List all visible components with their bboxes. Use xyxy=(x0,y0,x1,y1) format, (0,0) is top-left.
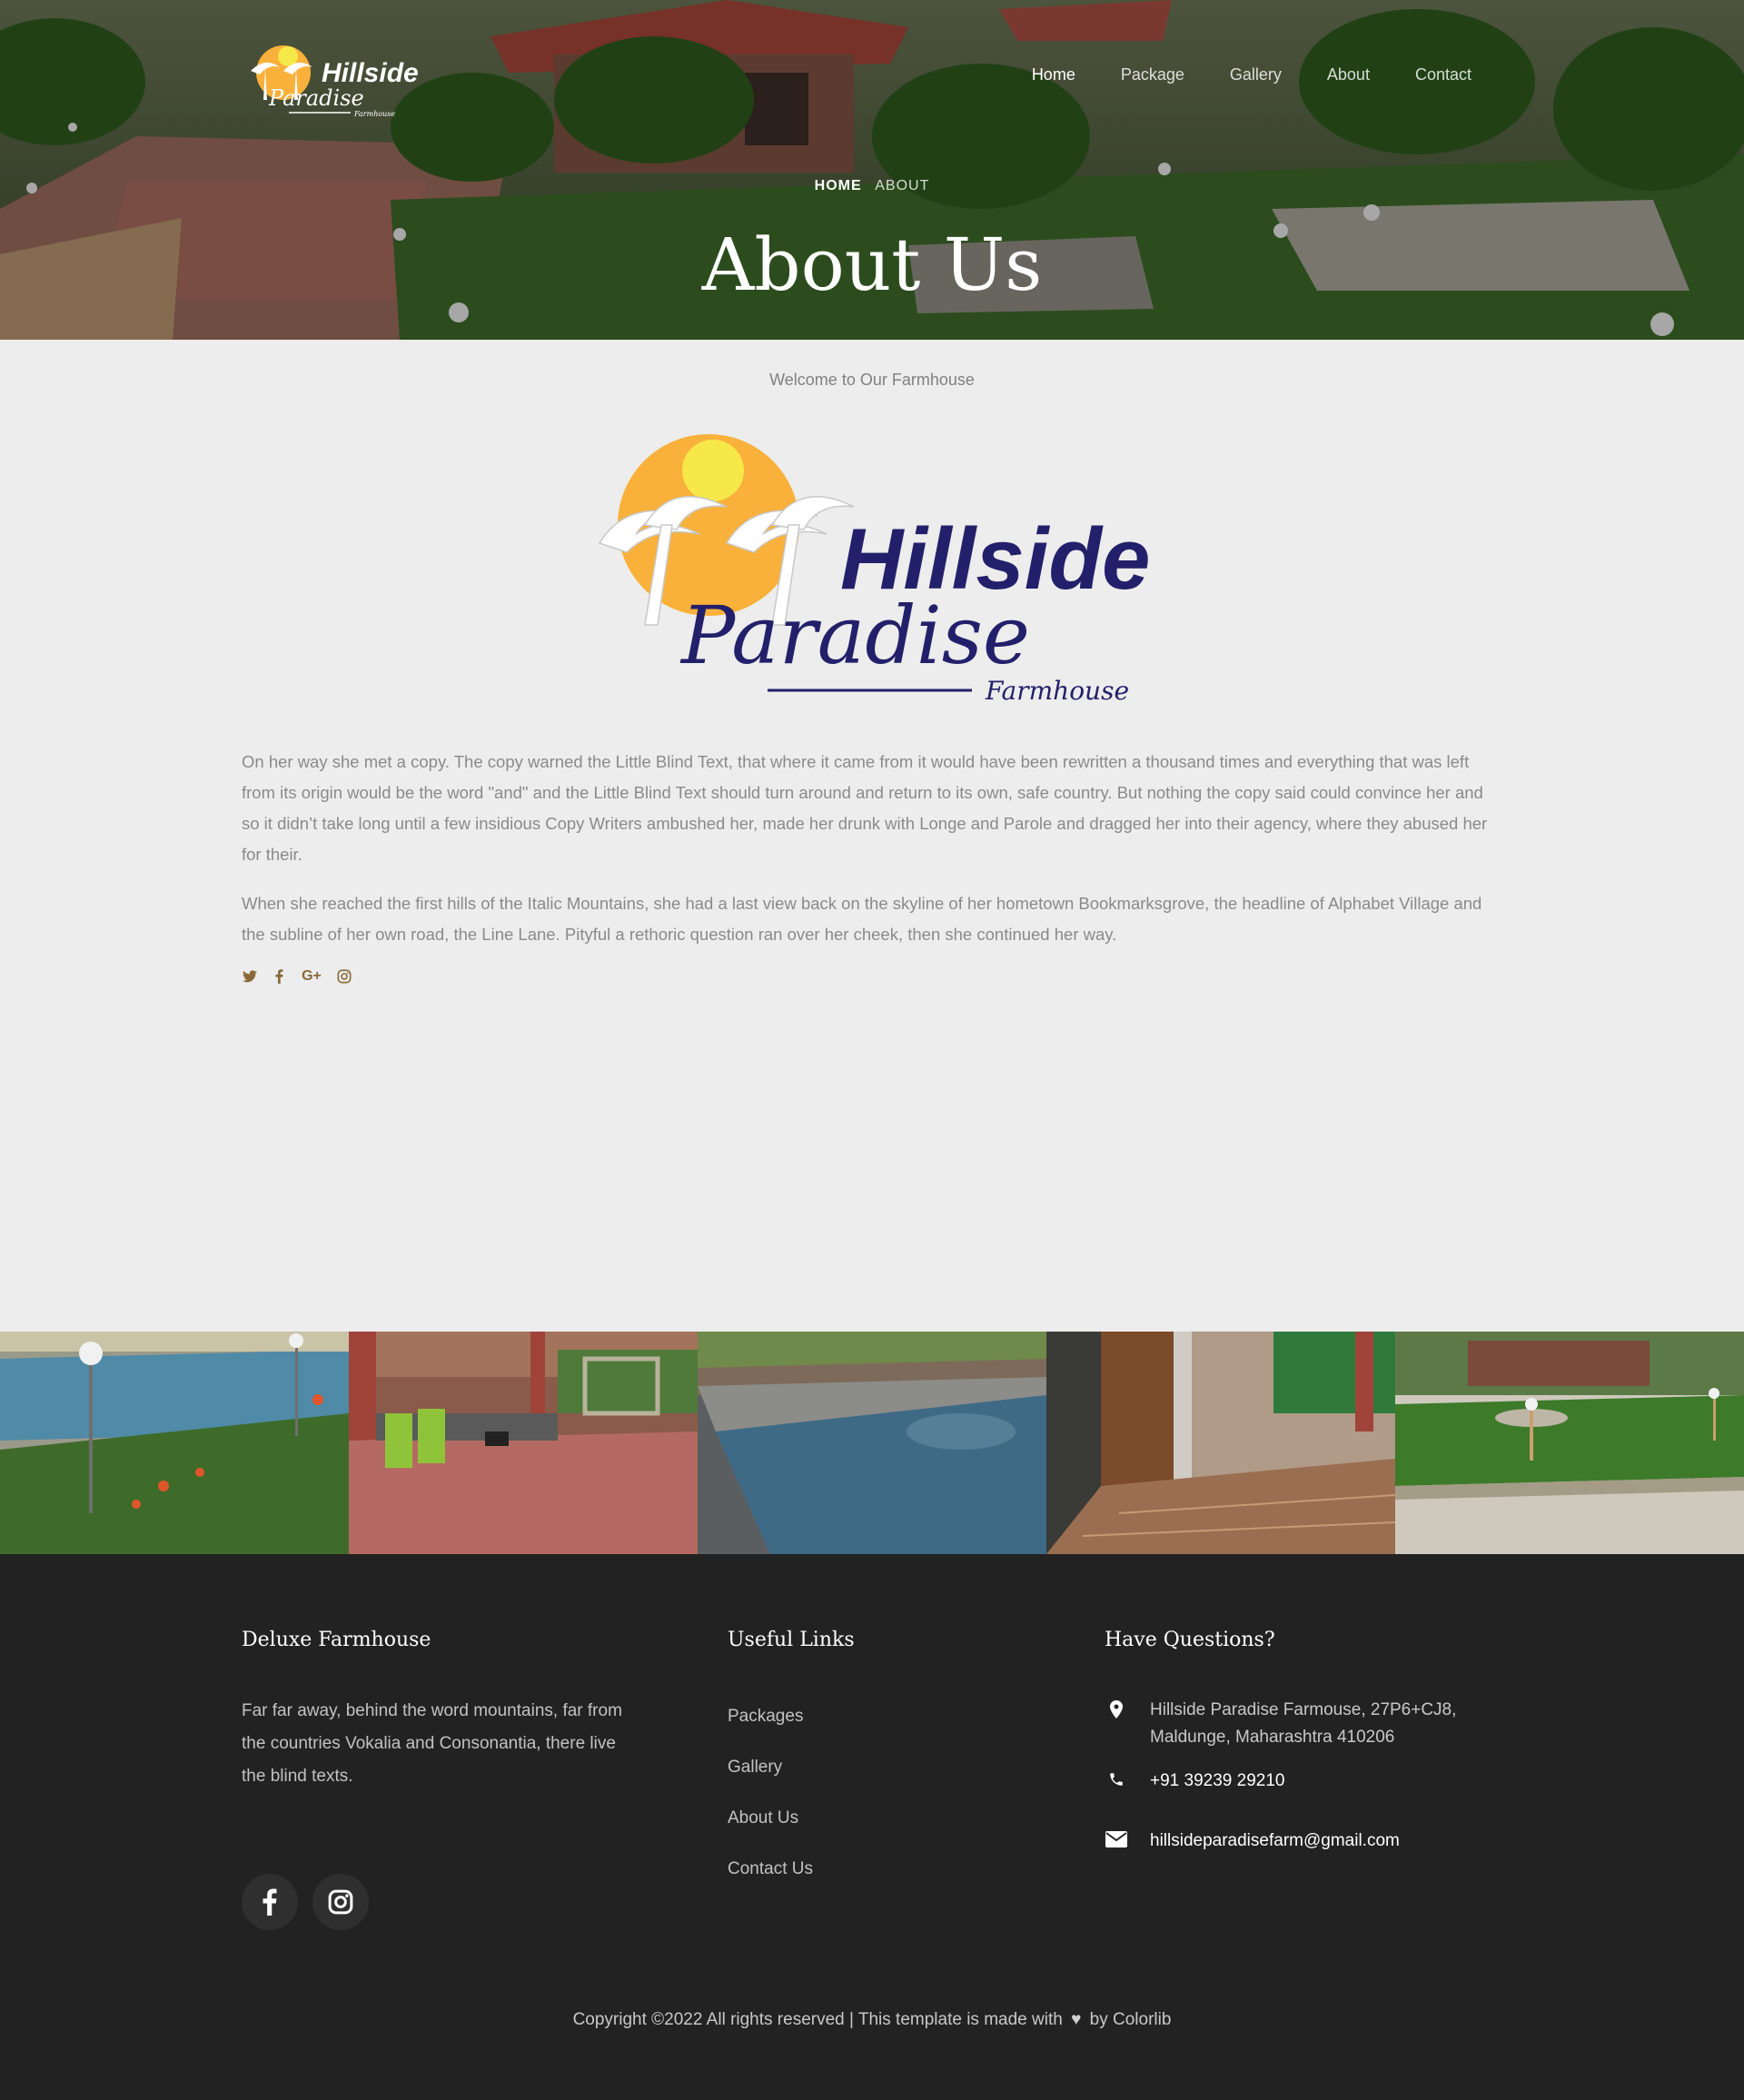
gallery-strip xyxy=(0,1332,1744,1554)
breadcrumb: HOME ABOUT xyxy=(0,178,1744,194)
svg-text:Paradise: Paradise xyxy=(268,85,364,111)
svg-text:Hillside: Hillside xyxy=(322,58,419,88)
gallery-image-garden-lawn[interactable] xyxy=(1395,1332,1744,1554)
footer-phone[interactable]: +91 39239 29210 xyxy=(1150,1768,1284,1795)
footer-address: Hillside Paradise Farmouse, 27P6+CJ8, Ma… xyxy=(1150,1700,1457,1747)
breadcrumb-current: ABOUT xyxy=(875,178,930,193)
footer-about-title: Deluxe Farmhouse xyxy=(242,1629,431,1651)
page-title: About Us xyxy=(701,223,1043,307)
nav-home-link[interactable]: Home xyxy=(1032,65,1075,84)
about-social-links: G+ xyxy=(242,968,352,985)
footer-about-text: Far far away, behind the word mountains,… xyxy=(242,1701,622,1786)
footer-email-row[interactable]: hillsideparadisefarm@gmail.com xyxy=(1105,1828,1522,1855)
copyright-text: Copyright ©2022 All rights reserved | Th… xyxy=(572,2010,1063,2029)
facebook-icon[interactable] xyxy=(271,968,287,985)
hero-banner: Hillside Paradise Farmhouse Home Package… xyxy=(0,0,1744,340)
phone-icon xyxy=(1105,1768,1128,1788)
footer-facebook-button[interactable] xyxy=(242,1874,298,1930)
instagram-icon xyxy=(328,1889,353,1915)
footer-link-about[interactable]: About Us xyxy=(728,1804,1000,1833)
footer-address-row: Hillside Paradise Farmouse, 27P6+CJ8, Ma… xyxy=(1105,1697,1522,1751)
svg-text:Farmhouse: Farmhouse xyxy=(985,676,1129,706)
about-paragraph-1: On her way she met a copy. The copy warn… xyxy=(242,752,1488,864)
facebook-icon xyxy=(263,1888,277,1916)
site-footer: Deluxe Farmhouse Far far away, behind th… xyxy=(0,1554,1744,2100)
site-logo[interactable]: Hillside Paradise Farmhouse xyxy=(238,36,420,120)
nav-gallery-link[interactable]: Gallery xyxy=(1230,65,1282,84)
nav-about-link[interactable]: About xyxy=(1327,65,1370,84)
welcome-subheading: Welcome to Our Farmhouse xyxy=(769,371,975,389)
gallery-image-swimming-pool[interactable] xyxy=(698,1332,1046,1554)
footer-email[interactable]: hillsideparadisefarm@gmail.com xyxy=(1150,1828,1400,1855)
gallery-image-pool-garden[interactable] xyxy=(0,1332,349,1554)
instagram-icon[interactable] xyxy=(336,968,352,985)
svg-text:Paradise: Paradise xyxy=(679,589,1030,682)
footer-link-contact[interactable]: Contact Us xyxy=(728,1855,1000,1884)
colorlib-credit-link[interactable]: by Colorlib xyxy=(1090,2010,1172,2029)
breadcrumb-home-link[interactable]: HOME xyxy=(815,178,862,193)
footer-link-packages[interactable]: Packages xyxy=(728,1702,1000,1731)
about-paragraph-2: When she reached the first hills of the … xyxy=(242,894,1482,944)
footer-links-title: Useful Links xyxy=(728,1629,855,1651)
about-text: On her way she met a copy. The copy warn… xyxy=(242,747,1502,968)
nav-package-link[interactable]: Package xyxy=(1121,65,1184,84)
main-navigation: Home Package Gallery About Contact xyxy=(1032,65,1472,84)
footer-links-list: Packages Gallery About Us Contact Us xyxy=(728,1702,1000,1884)
footer-phone-row[interactable]: +91 39239 29210 xyxy=(1105,1768,1522,1795)
footer-social-links xyxy=(242,1874,369,1930)
gallery-image-veranda[interactable] xyxy=(1046,1332,1395,1554)
nav-contact-link[interactable]: Contact xyxy=(1415,65,1472,84)
farmhouse-logo: Hillside Paradise Farmhouse xyxy=(598,434,1150,706)
footer-link-gallery[interactable]: Gallery xyxy=(728,1753,1000,1782)
heart-icon: ♥ xyxy=(1071,2010,1082,2029)
svg-text:Farmhouse: Farmhouse xyxy=(353,110,395,118)
gallery-image-patio[interactable] xyxy=(349,1332,698,1554)
map-marker-icon xyxy=(1105,1697,1128,1719)
footer-about-column: Deluxe Farmhouse Far far away, behind th… xyxy=(242,1629,641,1793)
footer-instagram-button[interactable] xyxy=(312,1874,369,1930)
footer-contact-column: Have Questions? Hillside Paradise Farmou… xyxy=(1105,1629,1522,1855)
copyright-notice: Copyright ©2022 All rights reserved | Th… xyxy=(0,2010,1744,2030)
footer-contact-title: Have Questions? xyxy=(1105,1629,1275,1651)
envelope-icon xyxy=(1105,1828,1128,1847)
footer-links-column: Useful Links Packages Gallery About Us C… xyxy=(728,1629,1000,1906)
twitter-icon[interactable] xyxy=(242,968,258,985)
google-plus-icon[interactable]: G+ xyxy=(300,968,323,985)
